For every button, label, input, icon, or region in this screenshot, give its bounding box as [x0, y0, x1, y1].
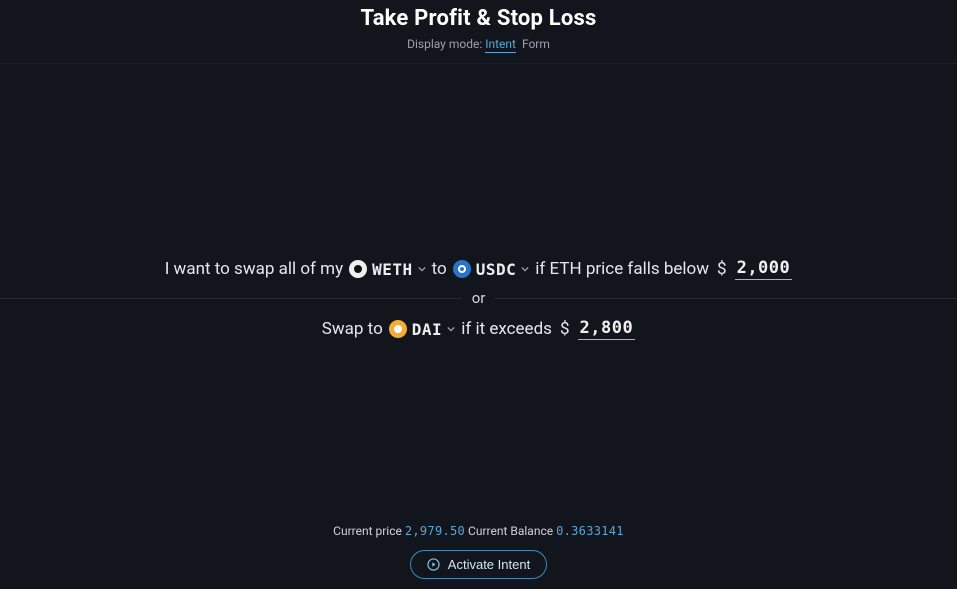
chevron-down-icon: [418, 265, 426, 273]
usdc-icon: [453, 260, 471, 278]
weth-icon: [349, 260, 367, 278]
dai-icon: [389, 320, 407, 338]
current-balance-value: 0.3633141: [556, 524, 624, 538]
activate-intent-button[interactable]: Activate Intent: [410, 550, 547, 579]
intent-text: Swap to: [322, 319, 383, 339]
display-mode-row: Display mode: Intent Form: [0, 37, 957, 51]
chevron-down-icon: [447, 325, 455, 333]
activate-intent-label: Activate Intent: [448, 557, 530, 572]
stoploss-price-input[interactable]: 2,000: [735, 258, 793, 280]
intent-canvas: I want to swap all of my WETH to USDC if…: [0, 63, 957, 524]
status-line: Current price 2,979.50 Current Balance 0…: [0, 524, 957, 538]
or-separator: or: [0, 289, 957, 307]
to-token-1-symbol: USDC: [476, 260, 517, 279]
chevron-down-icon: [521, 265, 529, 273]
play-icon: [427, 558, 441, 572]
to-token-2-symbol: DAI: [412, 320, 442, 339]
currency-symbol: $: [717, 259, 727, 279]
intent-text: if it exceeds: [461, 319, 552, 339]
current-price-value: 2,979.50: [405, 524, 465, 538]
display-mode-intent-link[interactable]: Intent: [485, 37, 516, 53]
divider-line: [495, 298, 957, 299]
to-token-picker-2[interactable]: DAI: [389, 320, 455, 339]
current-price-label: Current price: [333, 524, 402, 538]
from-token-picker[interactable]: WETH: [349, 260, 426, 279]
display-mode-label: Display mode:: [407, 37, 482, 51]
divider-line: [0, 298, 462, 299]
to-token-picker-1[interactable]: USDC: [453, 260, 530, 279]
intent-line-stoploss: I want to swap all of my WETH to USDC if…: [0, 258, 957, 280]
currency-symbol: $: [560, 319, 570, 339]
current-balance-label: Current Balance: [468, 524, 553, 538]
intent-text: if ETH price falls below: [535, 259, 709, 279]
intent-line-takeprofit: Swap to DAI if it exceeds $ 2,800: [0, 318, 957, 340]
display-mode-form-link[interactable]: Form: [522, 37, 550, 51]
or-label: or: [462, 289, 496, 307]
intent-text: to: [432, 259, 447, 279]
takeprofit-price-input[interactable]: 2,800: [578, 318, 636, 340]
page-title: Take Profit & Stop Loss: [0, 6, 957, 31]
intent-text: I want to swap all of my: [165, 259, 343, 279]
from-token-symbol: WETH: [372, 260, 413, 279]
